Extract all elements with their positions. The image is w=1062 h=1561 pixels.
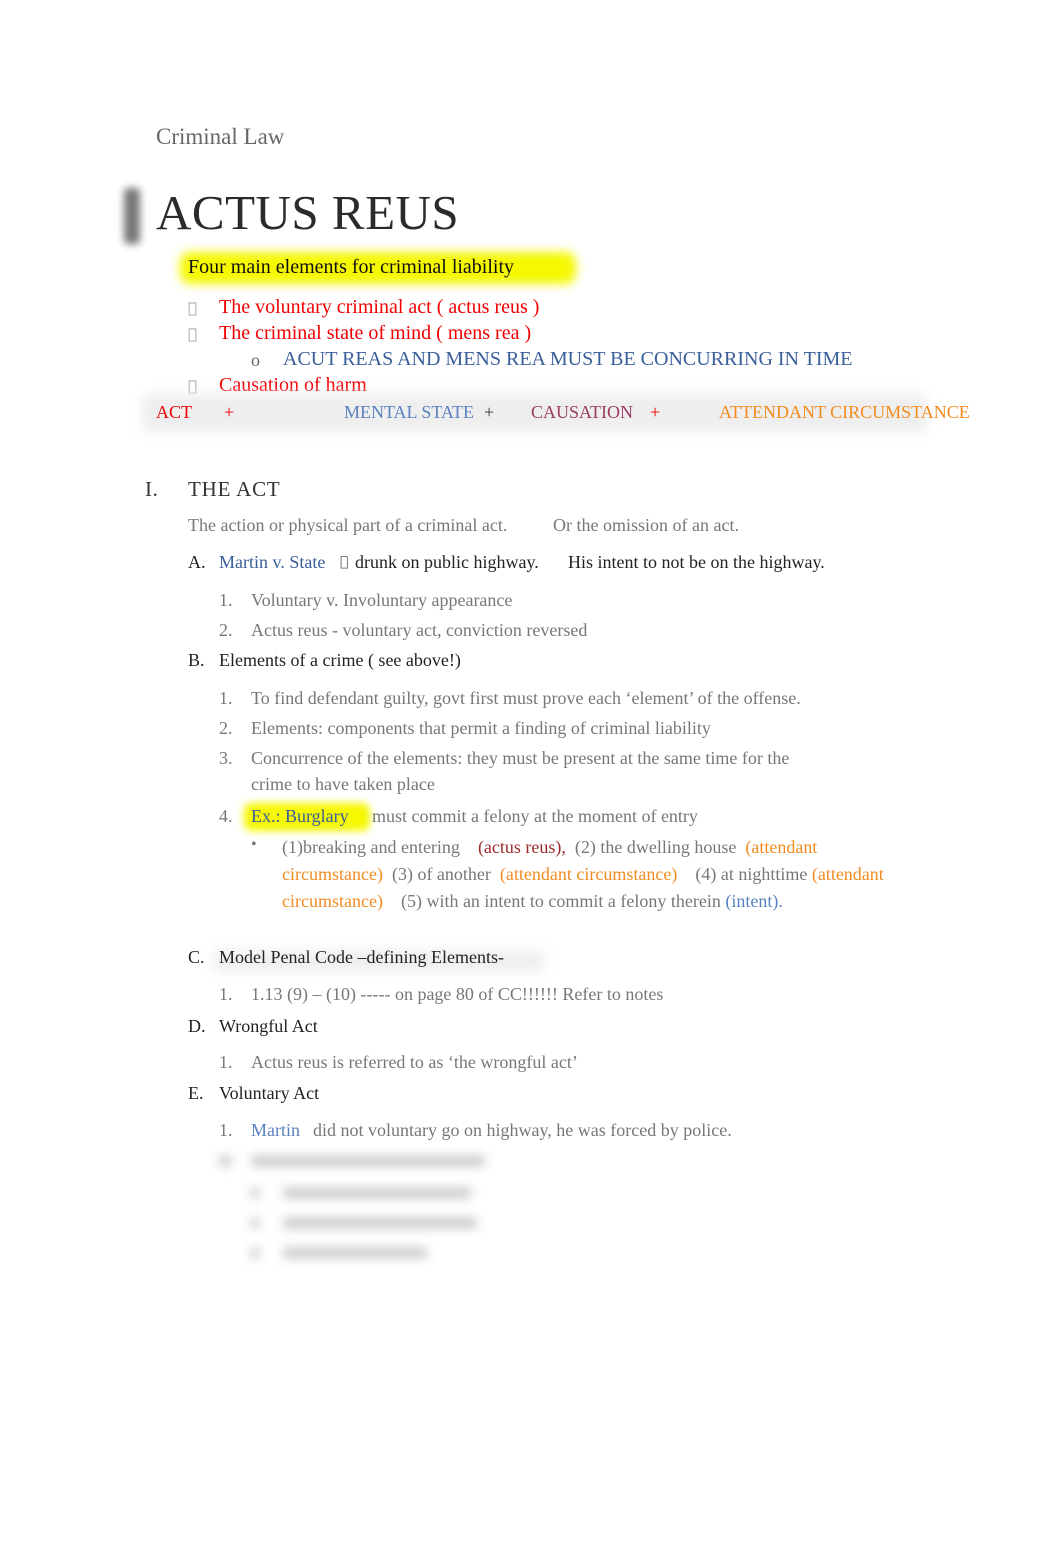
equation-causation: CAUSATION bbox=[531, 402, 634, 422]
case-name: Martin v. State bbox=[219, 552, 326, 572]
list-number: 1. bbox=[219, 1052, 233, 1072]
equation-plus: + bbox=[650, 402, 661, 422]
list-item-continued: crime to have taken place bbox=[251, 774, 435, 794]
list-number: 1. bbox=[219, 1120, 233, 1140]
burglary-part: (3) of another bbox=[391, 864, 491, 884]
document-header: Criminal Law bbox=[156, 124, 285, 149]
burglary-elements: (1)breaking and entering (actus reus), (… bbox=[282, 834, 902, 915]
concurrence-note: ACUT REAS AND MENS REA MUST BE CONCURRIN… bbox=[283, 348, 853, 370]
subsection-title: Wrongful Act bbox=[219, 1016, 318, 1036]
outline-letter: C. bbox=[188, 947, 205, 967]
blurred-text bbox=[250, 1217, 260, 1229]
equation-attendant-circumstance: ATTENDANT CIRCUMSTANCE bbox=[719, 402, 970, 422]
outline-letter: E. bbox=[188, 1083, 204, 1103]
section-title: THE ACT bbox=[188, 477, 281, 501]
outline-letter: D. bbox=[188, 1016, 206, 1036]
list-number: 1. bbox=[219, 688, 233, 708]
arrow-bullet-icon:  bbox=[188, 299, 197, 317]
dot-bullet-icon: • bbox=[251, 836, 257, 853]
subsection-title: Model Penal Code –defining Elements- bbox=[219, 947, 504, 967]
equation-mental-state: MENTAL STATE bbox=[344, 402, 474, 422]
case-intent: His intent to not be on the highway. bbox=[568, 552, 825, 572]
list-item: Actus reus is referred to as ‘the wrongf… bbox=[251, 1052, 578, 1072]
list-item: Actus reus - voluntary act, conviction r… bbox=[251, 620, 588, 640]
burglary-part: (2) the dwelling house bbox=[574, 837, 737, 857]
list-number: 1. bbox=[219, 984, 233, 1004]
arrow-icon:  bbox=[340, 554, 348, 570]
arrow-bullet-icon:  bbox=[188, 325, 197, 343]
outline-letter: B. bbox=[188, 650, 205, 670]
list-number: 4. bbox=[219, 806, 233, 826]
list-item: Concurrence of the elements: they must b… bbox=[251, 748, 790, 768]
list-item: Elements: components that permit a findi… bbox=[251, 718, 711, 738]
equation-plus: + bbox=[484, 402, 495, 422]
blurred-text bbox=[250, 1155, 486, 1167]
list-item: did not voluntary go on highway, he was … bbox=[313, 1120, 732, 1140]
subsection-title: Elements of a crime ( see above!) bbox=[219, 650, 461, 670]
subsection-title: Voluntary Act bbox=[219, 1083, 320, 1103]
blurred-text bbox=[218, 1155, 232, 1167]
circle-bullet-icon: o bbox=[251, 350, 260, 370]
case-summary: drunk on public highway. bbox=[355, 552, 539, 572]
burglary-part: (5) with an intent to commit a felony th… bbox=[400, 891, 721, 911]
list-item: 1.13 (9) – (10) ----- on page 80 of CC!!… bbox=[251, 984, 664, 1004]
list-item: Voluntary v. Involuntary appearance bbox=[251, 590, 513, 610]
blurred-text bbox=[282, 1187, 472, 1199]
blurred-text bbox=[282, 1217, 478, 1229]
element-text: The voluntary criminal act ( actus reus … bbox=[219, 296, 540, 318]
burglary-tag-actus-reus: (actus reus), bbox=[477, 837, 566, 857]
page-title: ACTUS REUS bbox=[156, 185, 460, 240]
outline-letter: A. bbox=[188, 552, 206, 572]
equation-act: ACT bbox=[156, 402, 192, 422]
blurred-text bbox=[250, 1187, 260, 1199]
section-numeral: I. bbox=[145, 477, 159, 501]
elements-heading: Four main elements for criminal liabilit… bbox=[188, 256, 515, 278]
burglary-part: (1)breaking and entering bbox=[282, 837, 460, 857]
list-number: 2. bbox=[219, 718, 233, 738]
element-item:  bbox=[188, 296, 197, 319]
burglary-part: (4) at nighttime bbox=[695, 864, 808, 884]
element-item:  bbox=[188, 322, 197, 345]
burglary-tag-attendant: (attendant circumstance) bbox=[499, 864, 678, 884]
blurred-text bbox=[282, 1247, 428, 1259]
element-text: The criminal state of mind ( mens rea ) bbox=[219, 322, 532, 344]
example-label: Ex.: Burglary bbox=[251, 806, 363, 826]
section-intro-omission: Or the omission of an act. bbox=[553, 515, 739, 535]
burglary-tag-intent: (intent). bbox=[725, 891, 783, 911]
title-marker bbox=[124, 188, 140, 244]
case-name: Martin bbox=[251, 1120, 300, 1140]
list-number: 2. bbox=[219, 620, 233, 640]
section-intro: The action or physical part of a crimina… bbox=[188, 515, 508, 535]
list-number: 3. bbox=[219, 748, 233, 768]
blurred-text bbox=[250, 1247, 260, 1259]
list-number: 1. bbox=[219, 590, 233, 610]
equation-plus: + bbox=[224, 402, 235, 422]
list-item: To find defendant guilty, govt first mus… bbox=[251, 688, 801, 708]
arrow-bullet-icon:  bbox=[188, 377, 197, 395]
list-item: must commit a felony at the moment of en… bbox=[372, 806, 698, 826]
